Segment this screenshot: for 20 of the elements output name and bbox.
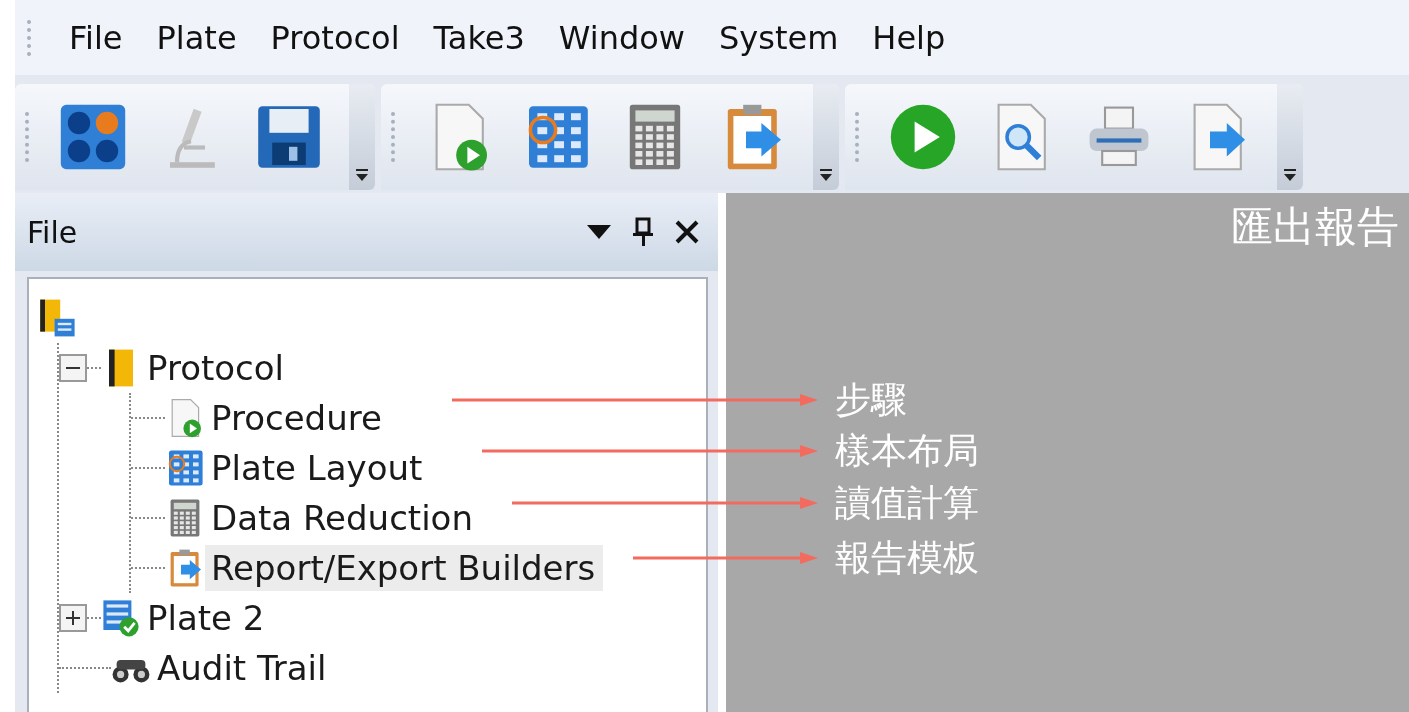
annotation-label: 樣本布局 (835, 431, 979, 471)
tree-item[interactable]: Report/Export Builders (205, 545, 604, 591)
tree-item[interactable]: Procedure (205, 395, 390, 441)
menu-item[interactable]: System (719, 18, 839, 57)
menu-item[interactable]: Protocol (270, 18, 400, 57)
menu-item[interactable]: Take3 (433, 18, 525, 57)
annotation-label: 匯出報告 (1231, 201, 1399, 253)
annotation-label: 讀值計算 (835, 483, 979, 523)
tree-item[interactable]: Audit Trail (151, 645, 335, 691)
annotation-label: 報告模板 (835, 538, 979, 578)
tree-item[interactable]: Protocol (141, 345, 292, 391)
menu-item[interactable]: File (69, 18, 123, 57)
menu-item[interactable]: Window (558, 18, 685, 57)
annotation-label: 步驟 (835, 380, 907, 420)
tree-item[interactable]: Plate Layout (205, 445, 431, 491)
menu-item[interactable]: Help (872, 18, 946, 57)
panel-title: File (27, 214, 79, 250)
tree-item[interactable]: Data Reduction (205, 495, 481, 541)
tree-item[interactable]: Plate 2 (141, 595, 273, 641)
menu-item[interactable]: Plate (156, 18, 237, 57)
